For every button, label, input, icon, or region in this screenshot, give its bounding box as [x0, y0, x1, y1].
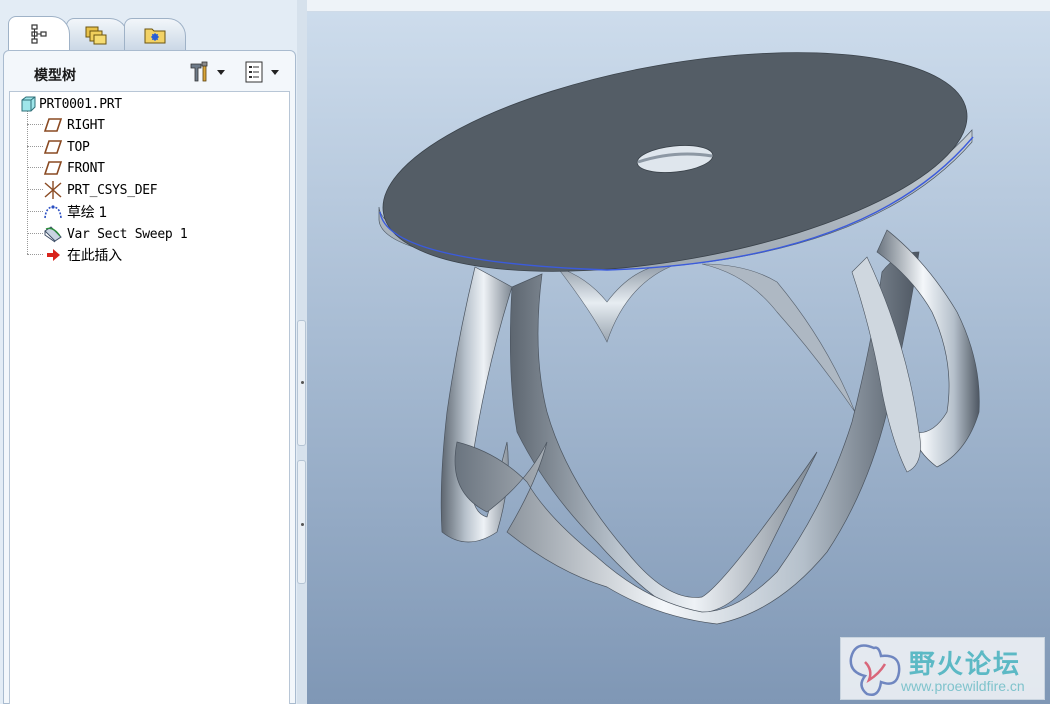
chevron-down-icon — [271, 69, 279, 75]
tree-item-sketch[interactable]: 草绘 1 — [43, 202, 107, 222]
model-tree-icon — [31, 23, 47, 44]
model-tree-header: 模型树 — [4, 51, 295, 91]
coordinate-system-icon — [43, 181, 63, 199]
watermark-title: 野火论坛 — [909, 650, 1022, 680]
watermark: 野火论坛 www.proewildfire.cn — [840, 637, 1045, 700]
tree-item-label: 草绘 1 — [67, 205, 108, 221]
tree-item-label: RIGHT — [67, 117, 105, 133]
forum-logo-icon — [849, 644, 901, 696]
show-options-icon — [245, 61, 263, 83]
tree-connector — [27, 254, 43, 255]
tree-item-insert-here[interactable]: 在此插入 — [43, 245, 122, 265]
tab-favorites[interactable] — [124, 18, 186, 50]
tree-item-csys[interactable]: PRT_CSYS_DEF — [43, 180, 158, 200]
tree-connector — [27, 233, 43, 234]
tree-connector — [27, 189, 43, 190]
tree-item-label: FRONT — [67, 160, 105, 176]
chevron-down-icon — [217, 69, 225, 75]
grip-dot — [301, 381, 304, 384]
datum-plane-icon — [43, 116, 63, 134]
tree-item-label: PRT_CSYS_DEF — [67, 182, 158, 198]
tree-item-top[interactable]: TOP — [43, 137, 90, 157]
tree-connector — [27, 146, 43, 147]
show-button[interactable] — [242, 59, 279, 85]
sash-grip-upper[interactable] — [297, 320, 306, 446]
favorites-folder-icon — [144, 28, 166, 43]
navigator-panel: 模型树 PRT0001.PRT RIGHT TOP FRONT PRT_CSYS… — [0, 0, 307, 704]
datum-plane-icon — [43, 159, 63, 177]
sash-grip-lower[interactable] — [297, 460, 306, 584]
tree-item-label: Var Sect Sweep 1 — [67, 226, 188, 242]
part-icon — [18, 95, 38, 113]
tree-connector — [27, 167, 43, 168]
graphics-viewport[interactable] — [307, 12, 1050, 704]
tree-root-item[interactable]: PRT0001.PRT — [18, 94, 122, 114]
tree-item-label: TOP — [67, 139, 90, 155]
sketch-icon — [43, 203, 63, 221]
watermark-url: www.proewildfire.cn — [901, 678, 1025, 694]
variable-section-sweep-icon — [43, 225, 63, 243]
folder-browser-icon — [85, 26, 107, 44]
model-tree-panel: 模型树 PRT0001.PRT RIGHT TOP FRONT PRT_CSYS… — [3, 50, 296, 704]
tree-connector — [27, 211, 43, 212]
tree-item-label: PRT0001.PRT — [39, 96, 122, 112]
3d-model-table — [378, 52, 980, 625]
grip-dot — [301, 523, 304, 526]
tab-model-tree[interactable] — [8, 16, 70, 50]
settings-button[interactable] — [188, 59, 225, 85]
tab-folder-browser[interactable] — [66, 18, 128, 50]
tree-item-label: 在此插入 — [67, 248, 122, 264]
tree-connector — [27, 124, 43, 125]
insert-here-arrow-icon — [43, 246, 63, 264]
navigator-tabs — [8, 14, 298, 50]
tree-item-right[interactable]: RIGHT — [43, 115, 105, 135]
tree-item-sweep[interactable]: Var Sect Sweep 1 — [43, 224, 188, 244]
datum-plane-icon — [43, 138, 63, 156]
panel-title: 模型树 — [34, 68, 76, 84]
settings-tools-icon — [190, 61, 208, 82]
model-tree: PRT0001.PRT RIGHT TOP FRONT PRT_CSYS_DEF… — [9, 91, 290, 704]
tree-item-front[interactable]: FRONT — [43, 158, 105, 178]
